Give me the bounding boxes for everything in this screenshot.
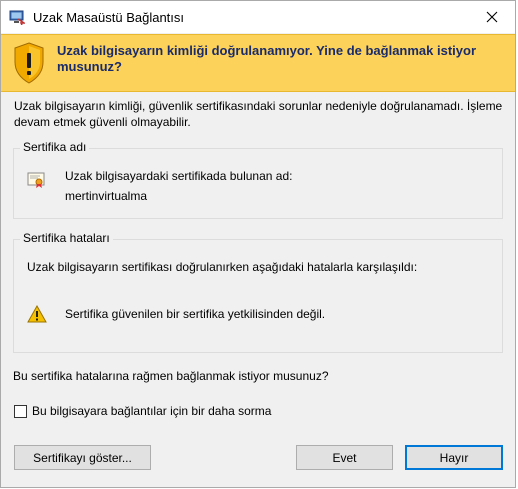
yes-button[interactable]: Evet — [296, 445, 393, 470]
warning-shield-icon — [13, 42, 45, 84]
question-text: Bu sertifika hatalarına rağmen bağlanmak… — [13, 369, 329, 383]
close-button[interactable] — [469, 1, 515, 33]
certificate-name-label: Uzak bilgisayardaki sertifikada bulunan … — [65, 169, 293, 183]
close-icon — [486, 11, 498, 23]
dont-ask-checkbox-row[interactable]: Bu bilgisayara bağlantılar için bir daha… — [14, 404, 271, 418]
dont-ask-checkbox[interactable] — [14, 404, 27, 418]
banner-message: Uzak bilgisayarın kimliği doğrulanamıyor… — [57, 43, 477, 74]
warning-banner: Uzak bilgisayarın kimliği doğrulanamıyor… — [1, 34, 515, 92]
dont-ask-checkbox-label[interactable]: Bu bilgisayara bağlantılar için bir daha… — [32, 404, 271, 418]
show-certificate-button[interactable]: Sertifikayı göster... — [14, 445, 151, 470]
certificate-errors-intro: Uzak bilgisayarın sertifikası doğrulanır… — [27, 260, 418, 274]
certificate-name-legend: Sertifika adı — [20, 140, 90, 154]
title-bar: Uzak Masaüstü Bağlantısı — [1, 1, 515, 33]
certificate-name-group: Sertifika adı Uzak bilgisayardaki sertif… — [13, 140, 503, 219]
certificate-errors-legend: Sertifika hataları — [20, 231, 113, 245]
window-title: Uzak Masaüstü Bağlantısı — [33, 10, 185, 25]
no-button[interactable]: Hayır — [405, 445, 503, 470]
description-text: Uzak bilgisayarın kimliği, güvenlik sert… — [14, 99, 503, 129]
certificate-name-value: mertinvirtualma — [65, 189, 148, 203]
certificate-error-item: Sertifika güvenilen bir sertifika yetkil… — [65, 307, 326, 321]
certificate-icon — [27, 171, 47, 189]
remote-desktop-icon — [9, 9, 27, 26]
warning-triangle-icon — [27, 304, 47, 323]
certificate-errors-group: Sertifika hataları Uzak bilgisayarın ser… — [13, 231, 503, 353]
dialog-window: Uzak Masaüstü Bağlantısı Uzak bilgisayar… — [0, 0, 516, 488]
